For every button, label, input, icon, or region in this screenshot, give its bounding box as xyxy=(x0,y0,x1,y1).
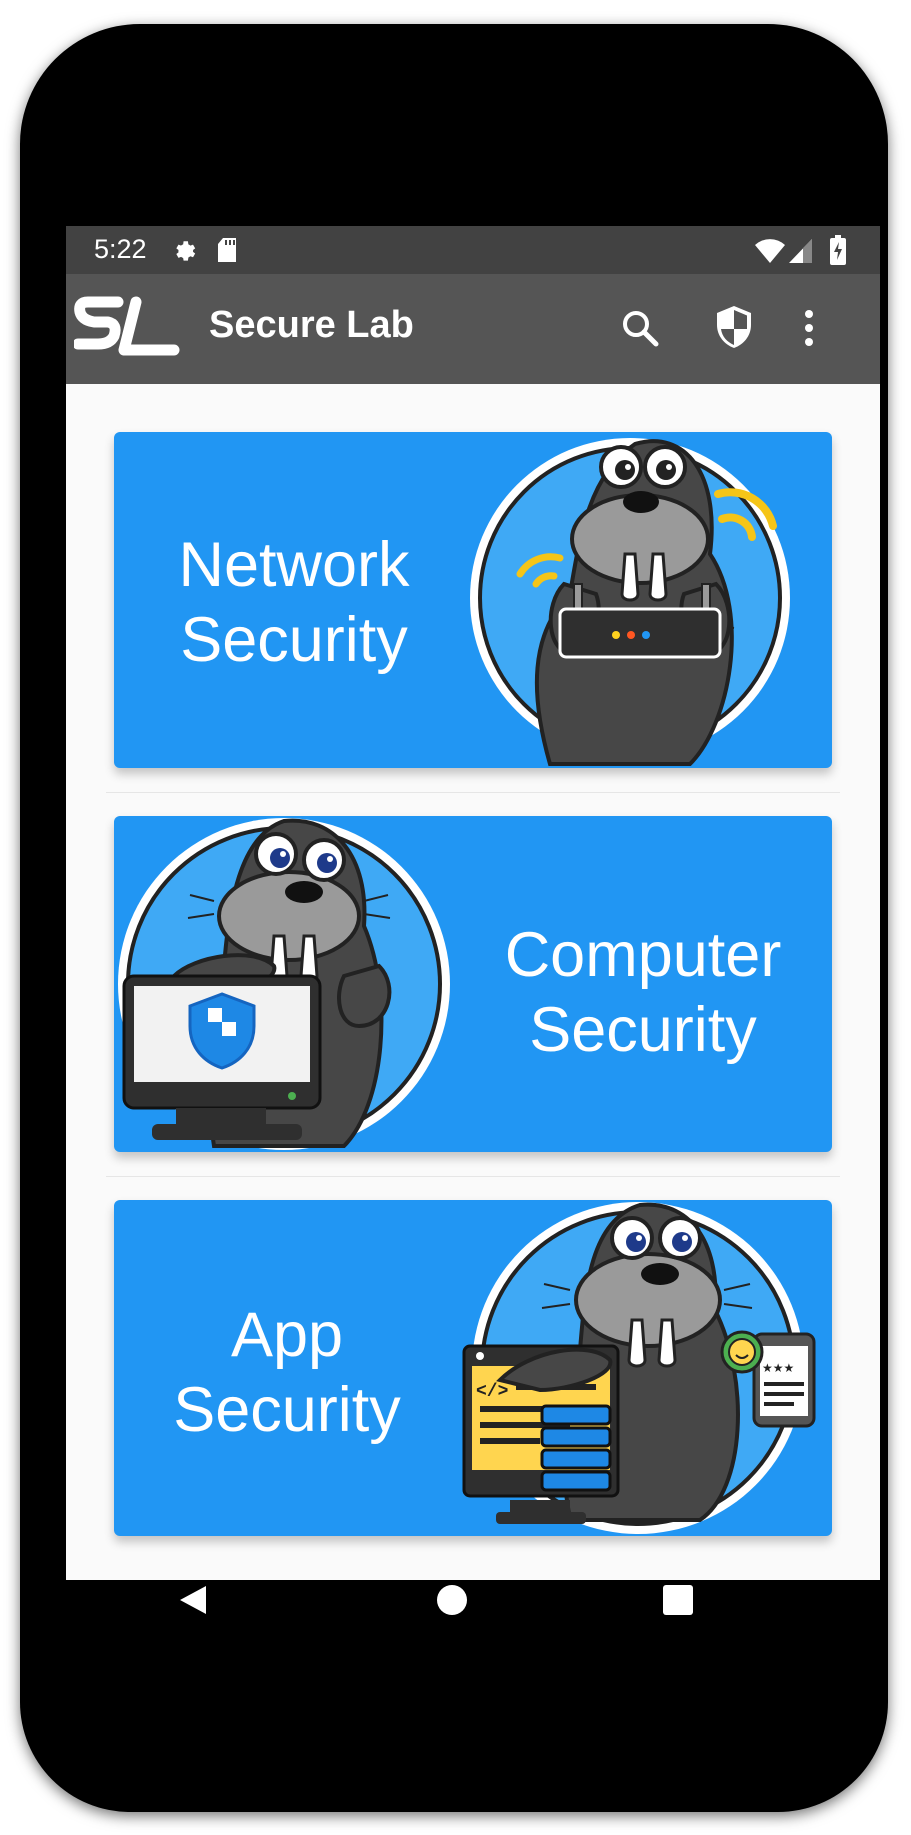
app-security-card[interactable]: App Security </> ★★★ xyxy=(114,1200,832,1536)
walrus-app-illustration: </> ★★★ xyxy=(462,1202,816,1534)
more-vert-icon[interactable] xyxy=(802,308,816,348)
status-bar: 5:22 xyxy=(66,226,880,274)
settings-icon xyxy=(176,241,196,261)
category-list: Network Security Computer Security App S… xyxy=(66,384,880,1580)
home-icon[interactable] xyxy=(436,1584,468,1616)
divider xyxy=(106,792,840,793)
screen: 5:22 Secure Lab Network Security Compute… xyxy=(66,226,880,1580)
status-time: 5:22 xyxy=(94,234,147,264)
search-icon[interactable] xyxy=(620,308,660,348)
svg-text:</>: </> xyxy=(476,1382,508,1402)
divider xyxy=(106,1176,840,1177)
network-security-card[interactable]: Network Security xyxy=(114,432,832,768)
secure-lab-logo xyxy=(74,296,180,356)
wifi-icon xyxy=(755,239,785,263)
phone-frame: 5:22 Secure Lab Network Security Compute… xyxy=(20,24,888,1812)
card-title: Network Security xyxy=(178,530,410,675)
sd-card-icon xyxy=(218,238,236,262)
walrus-router-illustration xyxy=(470,438,790,766)
card-title: App Security xyxy=(173,1300,401,1445)
back-icon[interactable] xyxy=(178,1584,208,1616)
svg-text:★★★: ★★★ xyxy=(762,1361,794,1375)
battery-charging-icon xyxy=(830,235,846,265)
card-title: Computer Security xyxy=(504,920,782,1065)
recents-icon[interactable] xyxy=(663,1585,693,1615)
shield-icon[interactable] xyxy=(714,304,754,350)
computer-security-card[interactable]: Computer Security xyxy=(114,816,832,1152)
app-bar: Secure Lab xyxy=(66,274,880,384)
walrus-monitor-illustration xyxy=(118,818,450,1150)
signal-icon xyxy=(789,239,812,263)
app-title: Secure Lab xyxy=(209,304,414,346)
